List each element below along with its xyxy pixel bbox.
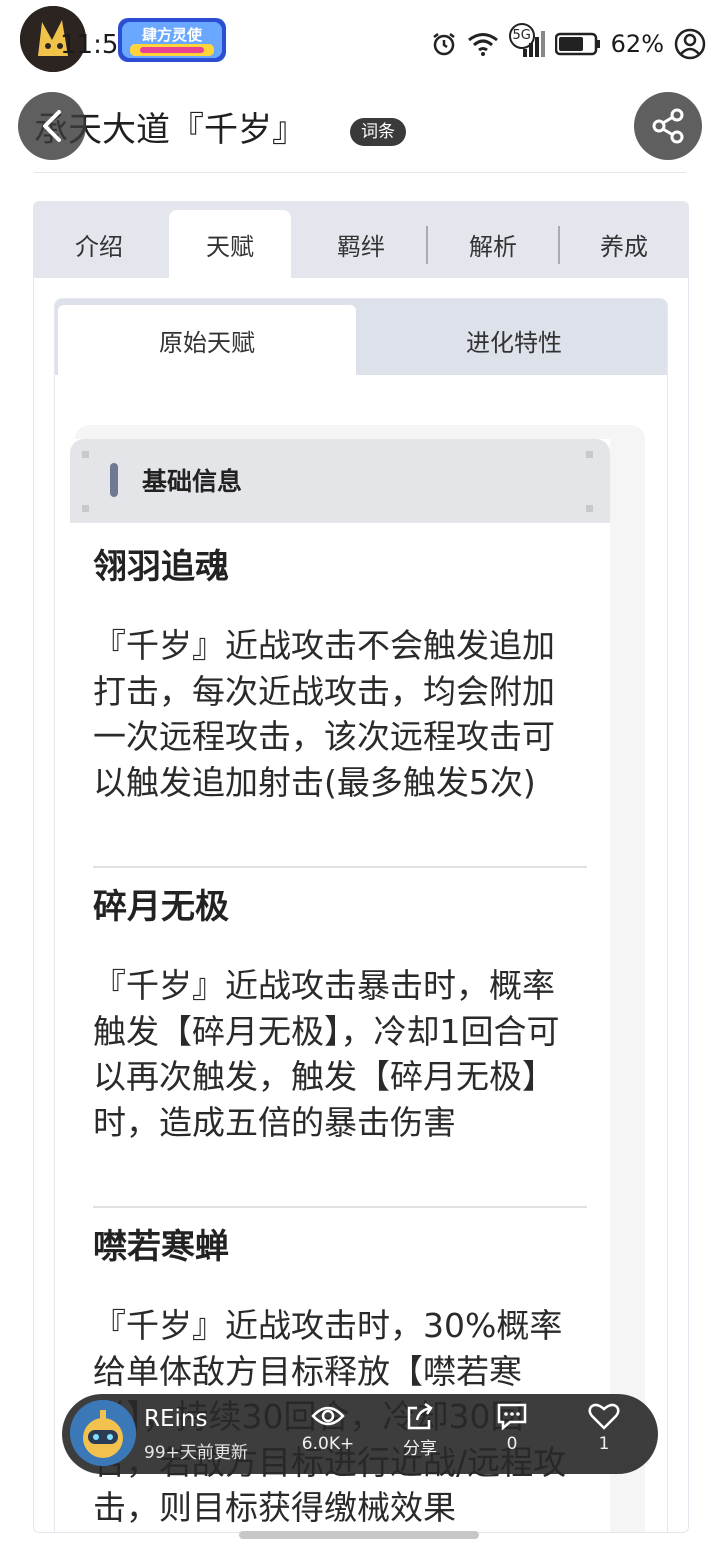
- header-divider: [34, 172, 686, 173]
- game-logo: 肆方灵使: [116, 14, 228, 66]
- info-section-header: 基础信息: [70, 439, 610, 523]
- talent-divider: [93, 1206, 587, 1208]
- game-logo-text: 肆方灵使: [142, 26, 203, 44]
- corner-dot: [586, 451, 593, 458]
- share-button[interactable]: [634, 92, 702, 160]
- comment-icon: [497, 1403, 527, 1430]
- corner-dot: [586, 505, 593, 512]
- battery-icon: [554, 32, 600, 56]
- alarm-icon: [432, 33, 455, 56]
- tab-bond[interactable]: 羁绊: [296, 210, 426, 278]
- wifi-icon: [467, 33, 498, 56]
- talent-name: 噤若寒蝉: [93, 1227, 229, 1267]
- content-card: 介绍 天赋 羁绊 解析 养成 原始天赋 进化特性 基础信息 翎羽追魂 『千岁』近…: [33, 201, 689, 1533]
- corner-dot: [82, 451, 89, 458]
- author-name[interactable]: REins: [144, 1406, 207, 1432]
- share-action[interactable]: 分享: [390, 1402, 450, 1459]
- talent-description: 『千岁』近战攻击暴击时，概率触发【碎月无极】，冷却1回合可以再次触发，触发【碎月…: [93, 966, 560, 1142]
- heart-icon: [588, 1403, 620, 1430]
- share-icon: [652, 108, 684, 144]
- comments-count: 0: [506, 1434, 518, 1454]
- tab-intro[interactable]: 介绍: [34, 210, 164, 278]
- eye-icon: [311, 1406, 345, 1426]
- talent-entry: 翎羽追魂 『千岁』近战攻击不会触发追加打击，每次近战攻击，均会附加一次远程攻击，…: [93, 545, 587, 805]
- account-icon[interactable]: [674, 28, 706, 60]
- back-button[interactable]: [18, 92, 86, 160]
- author-avatar[interactable]: [70, 1400, 136, 1466]
- tab-analysis[interactable]: 解析: [428, 210, 558, 278]
- talent-entry: 碎月无极 『千岁』近战攻击暴击时，概率触发【碎月无极】，冷却1回合可以再次触发，…: [93, 885, 587, 1145]
- likes-count: 1: [598, 1434, 610, 1454]
- subtab-original-talent[interactable]: 原始天赋: [58, 305, 356, 375]
- talent-name: 碎月无极: [93, 887, 229, 927]
- battery-percent: 62%: [610, 30, 664, 58]
- page-header: 承天大道『千岁』 词条: [0, 90, 720, 174]
- status-icons: 5G 62%: [431, 23, 706, 64]
- tab-bar: 介绍 天赋 羁绊 解析 养成: [34, 202, 688, 278]
- home-indicator[interactable]: [239, 1531, 479, 1539]
- section-accent-bar: [110, 463, 118, 497]
- talent-entry: 噤若寒蝉 『千岁』近战攻击时，30%概率给单体敌方目标释放【噤若寒蝉】，持续30…: [93, 1225, 587, 1531]
- tab-develop[interactable]: 养成: [560, 210, 688, 278]
- status-bar: 11:54 肆方灵使 5G 62%: [0, 0, 720, 90]
- views-count: 6.0K+: [301, 1434, 355, 1454]
- tab-talent[interactable]: 天赋: [169, 210, 291, 278]
- comments-action[interactable]: 0: [482, 1402, 542, 1454]
- subtab-bar: 原始天赋 进化特性: [55, 299, 667, 375]
- info-section: 基础信息 翎羽追魂 『千岁』近战攻击不会触发追加打击，每次近战攻击，均会附加一次…: [70, 439, 610, 1532]
- update-time: 99+天前更新: [144, 1443, 248, 1463]
- talent-description: 『千岁』近战攻击不会触发追加打击，每次近战攻击，均会附加一次远程攻击，该次远程攻…: [93, 626, 555, 802]
- like-action[interactable]: 1: [574, 1402, 634, 1454]
- corner-dot: [82, 505, 89, 512]
- talent-divider: [93, 866, 587, 868]
- cellular-5g-icon: 5G: [508, 23, 545, 59]
- info-section-title: 基础信息: [142, 467, 243, 496]
- subtab-evolution-trait[interactable]: 进化特性: [361, 305, 667, 375]
- talent-name: 翎羽追魂: [93, 547, 229, 587]
- share-label: 分享: [403, 1439, 437, 1459]
- author-action-bar: REins 99+天前更新 6.0K+ 分享 0 1: [62, 1394, 658, 1474]
- share-out-icon: [407, 1402, 433, 1430]
- chevron-left-icon: [43, 110, 61, 142]
- views-stat: 6.0K+: [298, 1402, 358, 1454]
- term-badge: 词条: [350, 118, 406, 146]
